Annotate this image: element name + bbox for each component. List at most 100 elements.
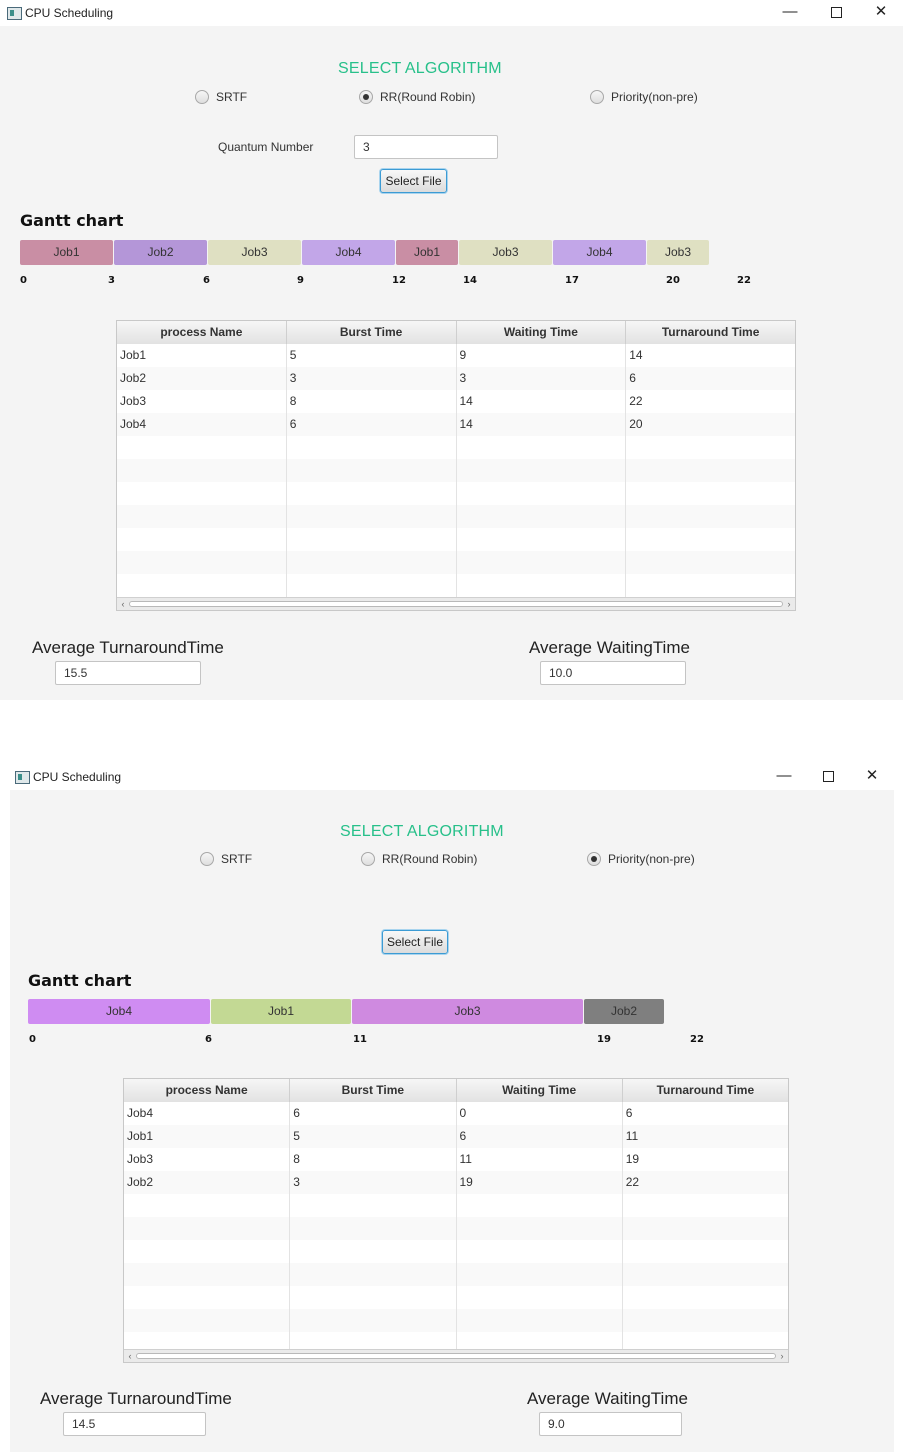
table-cell: Job1	[124, 1125, 291, 1148]
gantt-chart-title: Gantt chart	[28, 971, 132, 990]
horizontal-scrollbar[interactable]: ‹ ›	[124, 1349, 788, 1362]
scroll-left-icon[interactable]: ‹	[125, 1350, 135, 1362]
table-cell: 5	[290, 1125, 457, 1148]
maximize-icon[interactable]	[826, 2, 846, 22]
table-row[interactable]: Job2 3 19 22	[124, 1171, 788, 1194]
gantt-tick: 6	[205, 1034, 212, 1045]
horizontal-scrollbar[interactable]: ‹ ›	[117, 597, 795, 610]
scroll-right-icon[interactable]: ›	[777, 1350, 787, 1362]
radio-priority[interactable]: Priority(non-pre)	[587, 850, 695, 868]
column-header[interactable]: Burst Time	[290, 1079, 457, 1102]
process-table[interactable]: process Name Burst Time Waiting Time Tur…	[123, 1078, 789, 1363]
table-row[interactable]: Job3 8 14 22	[117, 390, 795, 413]
radio-circle[interactable]	[200, 852, 214, 866]
table-row[interactable]: Job1 5 6 11	[124, 1125, 788, 1148]
table-row[interactable]: Job3 8 11 19	[124, 1148, 788, 1171]
scrollbar-thumb[interactable]	[136, 1353, 776, 1359]
table-cell: 8	[290, 1148, 457, 1171]
minimize-icon[interactable]: —	[774, 766, 794, 786]
avg-turnaround-field[interactable]: 15.5	[55, 661, 201, 685]
quantum-input[interactable]: 3	[354, 135, 498, 159]
empty-row	[117, 459, 795, 482]
avg-waiting-field[interactable]: 9.0	[539, 1412, 682, 1436]
avg-turnaround-field[interactable]: 14.5	[63, 1412, 206, 1436]
table-cell: 20	[629, 417, 643, 431]
table-cell: 22	[629, 394, 643, 408]
gantt-block: Job2	[584, 999, 664, 1024]
table-row[interactable]: Job4 6 14 20	[117, 413, 795, 436]
minimize-icon[interactable]: —	[780, 2, 800, 22]
table-cell: Job3	[117, 390, 287, 413]
table-cell: 14	[629, 348, 643, 362]
table-cell: 9	[457, 344, 627, 367]
select-file-button[interactable]: Select File	[382, 930, 448, 954]
table-row[interactable]: Job4 6 0 6	[124, 1102, 788, 1125]
table-cell: 19	[625, 1152, 640, 1166]
scrollbar-thumb[interactable]	[129, 601, 783, 607]
gantt-tick: 14	[463, 275, 477, 286]
radio-circle[interactable]	[359, 90, 373, 104]
app-icon	[15, 771, 30, 784]
radio-circle[interactable]	[590, 90, 604, 104]
radio-srtf[interactable]: SRTF	[200, 850, 252, 868]
table-header: process Name Burst Time Waiting Time Tur…	[124, 1079, 788, 1103]
empty-row	[124, 1240, 788, 1263]
column-header[interactable]: Burst Time	[287, 321, 457, 344]
radio-label: SRTF	[216, 90, 248, 104]
maximize-icon[interactable]	[818, 766, 838, 786]
close-icon[interactable]: ✕	[871, 2, 891, 22]
column-header[interactable]: process Name	[124, 1079, 291, 1102]
column-header[interactable]: Turnaround Time	[623, 1079, 788, 1102]
radio-circle[interactable]	[361, 852, 375, 866]
empty-row	[124, 1194, 788, 1217]
column-header[interactable]: process Name	[117, 321, 287, 344]
table-row[interactable]: Job1 5 9 14	[117, 344, 795, 367]
empty-row	[117, 436, 795, 459]
gantt-tick: 6	[203, 275, 210, 286]
table-cell: 3	[287, 367, 457, 390]
scroll-right-icon[interactable]: ›	[784, 598, 794, 610]
table-cell: Job3	[124, 1148, 291, 1171]
radio-rr[interactable]: RR(Round Robin)	[361, 850, 477, 868]
gantt-tick: 9	[297, 275, 304, 286]
gantt-block: Job3	[647, 240, 709, 265]
process-table[interactable]: process Name Burst Time Waiting Time Tur…	[116, 320, 796, 611]
gantt-tick: 12	[392, 275, 406, 286]
table-cell: 8	[287, 390, 457, 413]
table-cell: 19	[457, 1171, 623, 1194]
table-header: process Name Burst Time Waiting Time Tur…	[117, 321, 795, 345]
title-bar[interactable]: CPU Scheduling — ✕	[0, 0, 903, 26]
column-header[interactable]: Turnaround Time	[626, 321, 795, 344]
radio-srtf[interactable]: SRTF	[195, 88, 247, 106]
avg-waiting-label: Average WaitingTime	[527, 1389, 688, 1408]
scroll-left-icon[interactable]: ‹	[118, 598, 128, 610]
gantt-block: Job3	[459, 240, 552, 265]
radio-priority[interactable]: Priority(non-pre)	[590, 88, 698, 106]
empty-row	[124, 1309, 788, 1332]
empty-row	[124, 1217, 788, 1240]
gantt-block: Job1	[396, 240, 458, 265]
table-cell: 11	[457, 1148, 623, 1171]
close-icon[interactable]: ✕	[862, 766, 882, 786]
avg-turnaround-label: Average TurnaroundTime	[32, 638, 224, 657]
gantt-tick: 11	[353, 1034, 367, 1045]
table-cell: Job2	[117, 367, 287, 390]
table-cell: 11	[625, 1129, 639, 1143]
column-header[interactable]: Waiting Time	[457, 1079, 623, 1102]
window-priority: CPU Scheduling — ✕ SELECT ALGORITHM SRTF…	[10, 764, 894, 1452]
avg-waiting-field[interactable]: 10.0	[540, 661, 686, 685]
select-file-button[interactable]: Select File	[380, 169, 447, 193]
gantt-block: Job1	[211, 999, 351, 1024]
gantt-block: Job1	[20, 240, 113, 265]
radio-rr[interactable]: RR(Round Robin)	[359, 88, 475, 106]
radio-circle[interactable]	[195, 90, 209, 104]
table-cell: 0	[457, 1102, 623, 1125]
window-title: CPU Scheduling	[25, 6, 114, 20]
table-row[interactable]: Job2 3 3 6	[117, 367, 795, 390]
gantt-tick: 3	[108, 275, 115, 286]
empty-row	[117, 574, 795, 597]
title-bar[interactable]: CPU Scheduling — ✕	[10, 764, 894, 790]
column-header[interactable]: Waiting Time	[457, 321, 627, 344]
radio-label: Priority(non-pre)	[611, 90, 698, 104]
radio-circle[interactable]	[587, 852, 601, 866]
